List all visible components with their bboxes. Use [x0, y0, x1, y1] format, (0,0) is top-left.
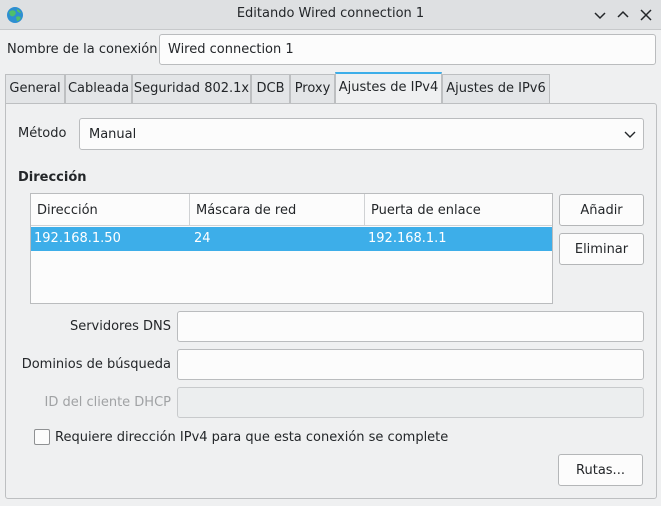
dns-servers-label: Servidores DNS: [69, 319, 171, 334]
address-section-title: Dirección: [18, 170, 87, 185]
connection-name-label: Nombre de la conexión: [7, 42, 158, 57]
dns-servers-input[interactable]: [177, 311, 644, 342]
maximize-chevron-up-icon[interactable]: [613, 5, 633, 25]
require-ipv4-checkbox[interactable]: [34, 429, 50, 445]
tab-ipv6-settings[interactable]: Ajustes de IPv6: [442, 74, 550, 103]
title-bar: Editando Wired connection 1: [0, 0, 661, 30]
table-row[interactable]: 192.168.1.50 24 192.168.1.1: [31, 227, 552, 251]
search-domains-label: Dominios de búsqueda: [21, 357, 171, 372]
routes-button[interactable]: Rutas...: [558, 454, 643, 486]
cell-gateway: 192.168.1.1: [368, 231, 447, 246]
method-select[interactable]: Manual: [79, 118, 644, 150]
chevron-down-icon: [623, 127, 637, 141]
tab-ipv4-settings[interactable]: Ajustes de IPv4: [335, 72, 442, 103]
window-title: Editando Wired connection 1: [236, 6, 425, 21]
dhcp-client-id-input: [177, 387, 644, 418]
dhcp-client-id-label: ID del cliente DHCP: [44, 395, 171, 410]
remove-button[interactable]: Eliminar: [559, 233, 644, 265]
cell-netmask: 24: [194, 231, 211, 246]
close-icon[interactable]: [636, 5, 656, 25]
tab-seguridad-8021x[interactable]: Seguridad 802.1x: [132, 74, 251, 103]
column-header-gateway[interactable]: Puerta de enlace: [365, 194, 552, 226]
search-domains-input[interactable]: [177, 349, 644, 380]
minimize-chevron-down-icon[interactable]: [590, 5, 610, 25]
tab-proxy[interactable]: Proxy: [290, 74, 335, 103]
method-value: Manual: [89, 127, 137, 142]
cell-address: 192.168.1.50: [34, 231, 121, 246]
method-label: Método: [18, 126, 67, 141]
column-header-netmask[interactable]: Máscara de red: [190, 194, 365, 226]
connection-name-input[interactable]: [159, 34, 656, 65]
table-header: Dirección Máscara de red Puerta de enlac…: [31, 194, 552, 226]
tab-dcb[interactable]: DCB: [251, 74, 290, 103]
tab-general[interactable]: General: [5, 74, 65, 103]
require-ipv4-label[interactable]: Requiere dirección IPv4 para que esta co…: [55, 430, 448, 445]
add-button[interactable]: Añadir: [559, 194, 644, 226]
column-header-address[interactable]: Dirección: [31, 194, 190, 226]
tab-cableada[interactable]: Cableada: [65, 74, 132, 103]
address-table[interactable]: Dirección Máscara de red Puerta de enlac…: [30, 193, 553, 304]
